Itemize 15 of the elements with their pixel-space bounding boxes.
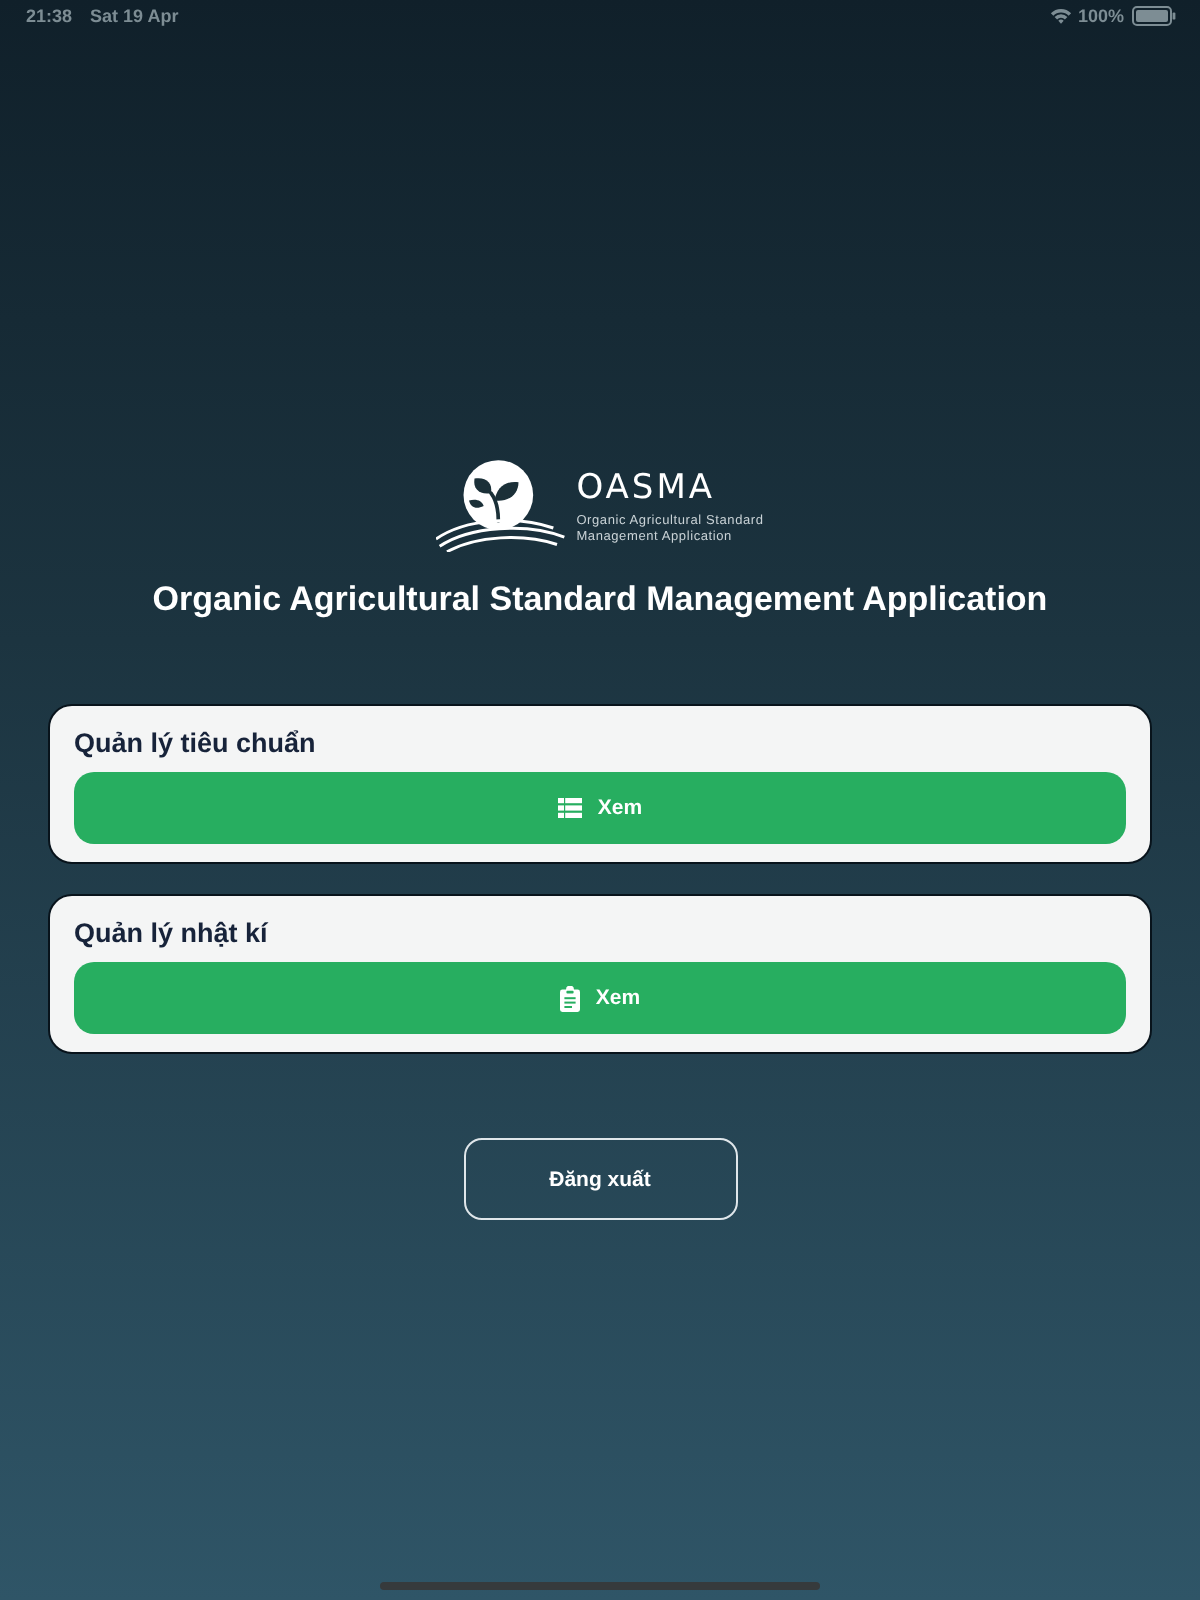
card-title: Quản lý nhật kí: [74, 916, 268, 950]
app-title: Organic Agricultural Standard Management Application: [152, 580, 1048, 620]
battery-percentage: 100%: [1077, 6, 1124, 26]
clipboard-icon: [559, 985, 580, 1011]
wifi-icon: [1049, 8, 1072, 24]
status-date: Sat 19 Apr: [90, 6, 179, 26]
battery-icon: [1132, 6, 1176, 26]
card-title: Quản lý tiêu chuẩn: [74, 726, 316, 760]
sprout-logo-icon: [436, 460, 569, 552]
status-time: 21:38: [26, 6, 73, 26]
view-button[interactable]: Xem: [74, 772, 1126, 844]
logo-wordmark: OASMA: [576, 468, 717, 508]
view-button[interactable]: Xem: [74, 962, 1126, 1034]
list-icon: [557, 798, 582, 818]
logout-button[interactable]: Đăng xuất: [463, 1138, 737, 1220]
